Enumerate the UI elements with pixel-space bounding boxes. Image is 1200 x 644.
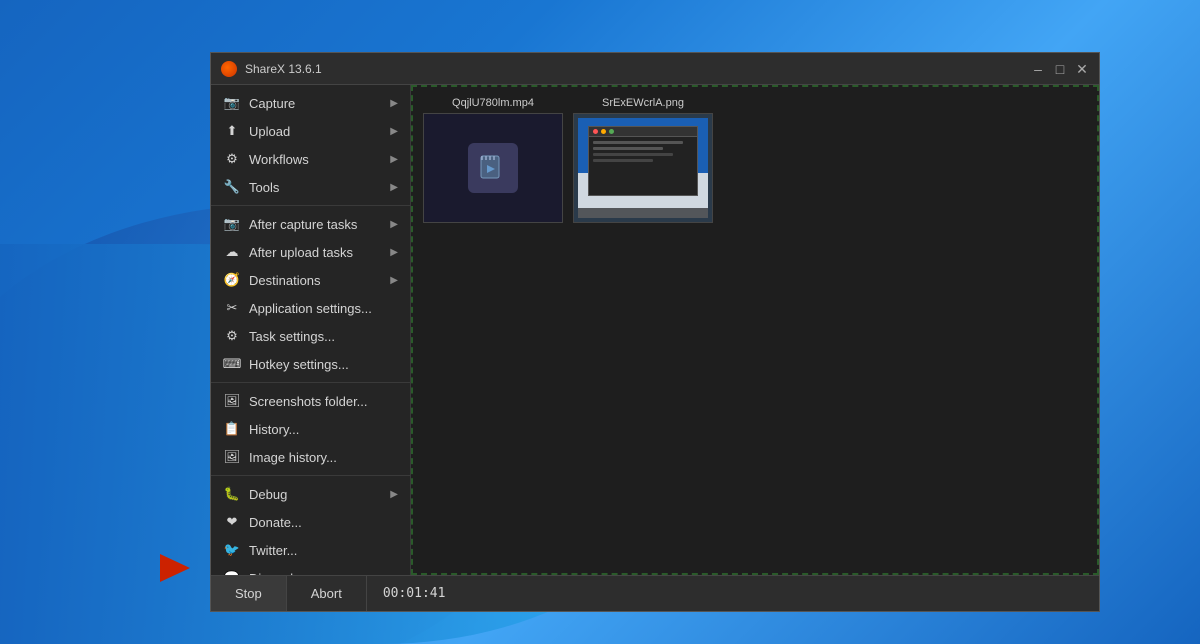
timer-display: 00:01:41 xyxy=(367,586,462,601)
donate-icon: ❤ xyxy=(223,513,241,531)
pointer-arrow xyxy=(160,554,220,582)
menu-label-workflows: Workflows xyxy=(249,152,390,167)
workflows-icon: ⚙ xyxy=(223,150,241,168)
menu-label-upload: Upload xyxy=(249,124,390,139)
submenu-arrow-destinations: ▶ xyxy=(390,275,398,286)
menu-label-twitter: Twitter... xyxy=(249,543,398,558)
stop-button[interactable]: Stop xyxy=(211,576,287,611)
menu-separator xyxy=(211,475,410,476)
screenshots-folder-icon: 🖼 xyxy=(223,392,241,410)
task-settings-icon: ⚙ xyxy=(223,327,241,345)
image-history-icon: 🖼 xyxy=(223,448,241,466)
history-icon: 📋 xyxy=(223,420,241,438)
after-capture-icon: 📷 xyxy=(223,215,241,233)
file-item-video1[interactable]: QqjlU780lm.mp4 xyxy=(423,97,563,223)
discord-icon: 💬 xyxy=(223,569,241,575)
file-item-image1[interactable]: SrExEWcrlA.png xyxy=(573,97,713,223)
main-area: 📷 Capture ▶ ⬆ Upload ▶ ⚙ Workflows ▶ 🔧 T… xyxy=(211,85,1099,575)
menu-label-history: History... xyxy=(249,422,398,437)
menu-label-donate: Donate... xyxy=(249,515,398,530)
window-title: ShareX 13.6.1 xyxy=(245,62,1031,76)
twitter-icon: 🐦 xyxy=(223,541,241,559)
menu-separator xyxy=(211,205,410,206)
menu-item-upload[interactable]: ⬆ Upload ▶ xyxy=(211,117,410,145)
app-icon xyxy=(221,61,237,77)
window-controls: – □ ✕ xyxy=(1031,62,1089,76)
menu-item-tools[interactable]: 🔧 Tools ▶ xyxy=(211,173,410,201)
title-bar: ShareX 13.6.1 – □ ✕ xyxy=(211,53,1099,85)
menu-item-discord[interactable]: 💬 Discord... xyxy=(211,564,410,575)
content-area: QqjlU780lm.mp4 SrExEWcrlA.png xyxy=(411,85,1099,575)
menu-label-app-settings: Application settings... xyxy=(249,301,398,316)
submenu-arrow-debug: ▶ xyxy=(390,489,398,500)
menu-label-discord: Discord... xyxy=(249,571,398,576)
file-label-video1: QqjlU780lm.mp4 xyxy=(452,97,534,109)
menu-label-destinations: Destinations xyxy=(249,273,390,288)
debug-icon: 🐛 xyxy=(223,485,241,503)
image-thumbnail xyxy=(573,113,713,223)
menu-item-twitter[interactable]: 🐦 Twitter... xyxy=(211,536,410,564)
close-button[interactable]: ✕ xyxy=(1075,62,1089,76)
submenu-arrow-upload: ▶ xyxy=(390,126,398,137)
upload-icon: ⬆ xyxy=(223,122,241,140)
menu-item-after-upload[interactable]: ☁ After upload tasks ▶ xyxy=(211,238,410,266)
menu-item-image-history[interactable]: 🖼 Image history... xyxy=(211,443,410,471)
destinations-icon: 🧭 xyxy=(223,271,241,289)
menu-item-task-settings[interactable]: ⚙ Task settings... xyxy=(211,322,410,350)
capture-icon: 📷 xyxy=(223,94,241,112)
sharex-window: ShareX 13.6.1 – □ ✕ 📷 Capture ▶ ⬆ Upload… xyxy=(210,52,1100,612)
menu-item-workflows[interactable]: ⚙ Workflows ▶ xyxy=(211,145,410,173)
menu-label-tools: Tools xyxy=(249,180,390,195)
menu-label-debug: Debug xyxy=(249,487,390,502)
submenu-arrow-after-upload: ▶ xyxy=(390,247,398,258)
video-thumbnail xyxy=(423,113,563,223)
submenu-arrow-after-capture: ▶ xyxy=(390,219,398,230)
menu-separator xyxy=(211,382,410,383)
menu-item-app-settings[interactable]: ✂ Application settings... xyxy=(211,294,410,322)
menu-item-capture[interactable]: 📷 Capture ▶ xyxy=(211,89,410,117)
file-label-image1: SrExEWcrlA.png xyxy=(602,97,684,109)
menu-panel: 📷 Capture ▶ ⬆ Upload ▶ ⚙ Workflows ▶ 🔧 T… xyxy=(211,85,411,575)
menu-label-hotkey-settings: Hotkey settings... xyxy=(249,357,398,372)
app-settings-icon: ✂ xyxy=(223,299,241,317)
menu-label-screenshots-folder: Screenshots folder... xyxy=(249,394,398,409)
menu-label-task-settings: Task settings... xyxy=(249,329,398,344)
menu-item-history[interactable]: 📋 History... xyxy=(211,415,410,443)
menu-item-debug[interactable]: 🐛 Debug ▶ xyxy=(211,480,410,508)
video-play-icon xyxy=(468,143,518,193)
menu-item-screenshots-folder[interactable]: 🖼 Screenshots folder... xyxy=(211,387,410,415)
menu-label-capture: Capture xyxy=(249,96,390,111)
screenshot-preview xyxy=(578,118,708,218)
bottom-bar: Stop Abort 00:01:41 xyxy=(211,575,1099,611)
hotkey-settings-icon: ⌨ xyxy=(223,355,241,373)
restore-button[interactable]: □ xyxy=(1053,62,1067,76)
submenu-arrow-workflows: ▶ xyxy=(390,154,398,165)
menu-label-after-upload: After upload tasks xyxy=(249,245,390,260)
abort-button[interactable]: Abort xyxy=(287,576,367,611)
submenu-arrow-tools: ▶ xyxy=(390,182,398,193)
menu-label-after-capture: After capture tasks xyxy=(249,217,390,232)
tools-icon: 🔧 xyxy=(223,178,241,196)
menu-item-destinations[interactable]: 🧭 Destinations ▶ xyxy=(211,266,410,294)
minimize-button[interactable]: – xyxy=(1031,62,1045,76)
menu-item-after-capture[interactable]: 📷 After capture tasks ▶ xyxy=(211,210,410,238)
menu-label-image-history: Image history... xyxy=(249,450,398,465)
after-upload-icon: ☁ xyxy=(223,243,241,261)
menu-item-hotkey-settings[interactable]: ⌨ Hotkey settings... xyxy=(211,350,410,378)
menu-item-donate[interactable]: ❤ Donate... xyxy=(211,508,410,536)
submenu-arrow-capture: ▶ xyxy=(390,98,398,109)
